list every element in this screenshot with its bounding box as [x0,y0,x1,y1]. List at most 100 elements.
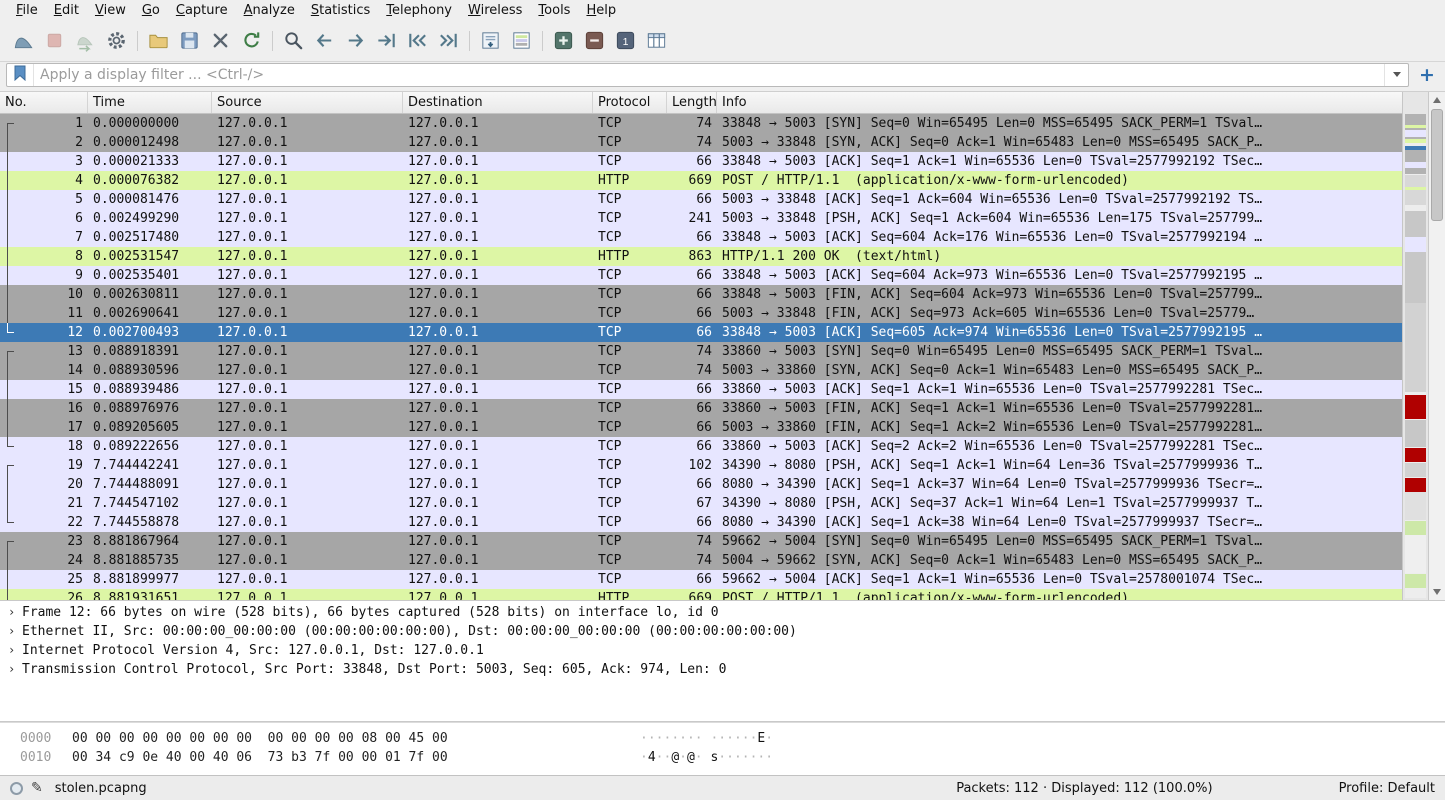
zoom-reset-button[interactable]: 1 [610,25,641,56]
cell-info: 33848 → 5003 [ACK] Seq=1 Ack=1 Win=65536… [717,152,1402,171]
resize-columns-button[interactable] [641,25,672,56]
hex-offset: 0000 [20,729,72,748]
expander-icon[interactable]: › [8,603,22,622]
packet-row-17[interactable]: 170.089205605127.0.0.1127.0.0.1TCP665003… [0,418,1402,437]
packet-row-16[interactable]: 160.088976976127.0.0.1127.0.0.1TCP663386… [0,399,1402,418]
menu-go[interactable]: Go [134,2,168,19]
profile-label[interactable]: Profile: Default [1339,781,1435,796]
hex-row[interactable]: 001000 34 c9 0e 40 00 40 06 73 b3 7f 00 … [0,748,1445,767]
column-header-destination[interactable]: Destination [403,92,593,113]
packet-row-1[interactable]: 10.000000000127.0.0.1127.0.0.1TCP7433848… [0,114,1402,133]
menu-file[interactable]: File [8,2,46,19]
column-header-protocol[interactable]: Protocol [593,92,667,113]
packet-list-scrollbar[interactable] [1428,92,1445,600]
packet-row-18[interactable]: 180.089222656127.0.0.1127.0.0.1TCP663386… [0,437,1402,456]
capture-comment-icon[interactable]: ✎ [31,780,43,796]
detail-line[interactable]: ›Ethernet II, Src: 00:00:00_00:00:00 (00… [0,622,1445,641]
column-header-length[interactable]: Length [667,92,717,113]
capture-options-button[interactable] [101,25,132,56]
filter-dropdown-button[interactable] [1384,64,1408,86]
go-forward-button[interactable] [340,25,371,56]
cell-destination: 127.0.0.1 [403,380,593,399]
cell-source: 127.0.0.1 [212,399,403,418]
packet-list-body: 10.000000000127.0.0.1127.0.0.1TCP7433848… [0,114,1402,600]
packet-row-4[interactable]: 40.000076382127.0.0.1127.0.0.1HTTP669POS… [0,171,1402,190]
cell-no: 14 [0,361,88,380]
packet-row-8[interactable]: 80.002531547127.0.0.1127.0.0.1HTTP863HTT… [0,247,1402,266]
detail-line[interactable]: ›Frame 12: 66 bytes on wire (528 bits), … [0,603,1445,622]
packet-row-11[interactable]: 110.002690641127.0.0.1127.0.0.1TCP665003… [0,304,1402,323]
packet-row-19[interactable]: 197.744442241127.0.0.1127.0.0.1TCP102343… [0,456,1402,475]
packet-row-22[interactable]: 227.744558878127.0.0.1127.0.0.1TCP668080… [0,513,1402,532]
find-packet-button[interactable] [278,25,309,56]
packet-row-12[interactable]: 120.002700493127.0.0.1127.0.0.1TCP663384… [0,323,1402,342]
scroll-up-button[interactable] [1429,92,1445,108]
menu-analyze[interactable]: Analyze [236,2,303,19]
packet-row-26[interactable]: 268.881931651127.0.0.1127.0.0.1HTTP669PO… [0,589,1402,600]
menu-statistics[interactable]: Statistics [303,2,378,19]
minimap-segment [1405,574,1426,589]
colorize-packets-button[interactable] [506,25,537,56]
zoom-in-button[interactable] [548,25,579,56]
cell-destination: 127.0.0.1 [403,399,593,418]
go-to-packet-button[interactable] [371,25,402,56]
filter-bookmark-button[interactable] [7,64,34,86]
detail-line[interactable]: ›Internet Protocol Version 4, Src: 127.0… [0,641,1445,660]
cell-info: 8080 → 34390 [ACK] Seq=1 Ack=37 Win=64 L… [717,475,1402,494]
expander-icon[interactable]: › [8,641,22,660]
menu-wireless[interactable]: Wireless [460,2,530,19]
cell-time: 0.000081476 [88,190,212,209]
packet-row-2[interactable]: 20.000012498127.0.0.1127.0.0.1TCP745003 … [0,133,1402,152]
scrollbar-thumb[interactable] [1431,109,1443,221]
packet-row-6[interactable]: 60.002499290127.0.0.1127.0.0.1TCP2415003… [0,209,1402,228]
go-first-button[interactable] [402,25,433,56]
expert-info-icon[interactable] [10,782,23,795]
auto-scroll-button[interactable] [475,25,506,56]
packet-row-15[interactable]: 150.088939486127.0.0.1127.0.0.1TCP663386… [0,380,1402,399]
packet-list-pane: No.TimeSourceDestinationProtocolLengthIn… [0,91,1445,600]
packet-row-20[interactable]: 207.744488091127.0.0.1127.0.0.1TCP668080… [0,475,1402,494]
packet-row-13[interactable]: 130.088918391127.0.0.1127.0.0.1TCP743386… [0,342,1402,361]
reload-file-button[interactable] [236,25,267,56]
column-header-source[interactable]: Source [212,92,403,113]
menu-telephony[interactable]: Telephony [378,2,460,19]
restart-capture-button[interactable] [70,25,101,56]
packet-row-23[interactable]: 238.881867964127.0.0.1127.0.0.1TCP745966… [0,532,1402,551]
close-file-button[interactable] [205,25,236,56]
cell-length: 74 [667,342,717,361]
menu-help[interactable]: Help [578,2,624,19]
menu-edit[interactable]: Edit [46,2,87,19]
scrollbar-track[interactable] [1429,108,1445,584]
packet-list-minimap[interactable] [1402,92,1428,600]
scroll-down-button[interactable] [1429,584,1445,600]
menu-capture[interactable]: Capture [168,2,236,19]
save-file-button[interactable] [174,25,205,56]
expander-icon[interactable]: › [8,660,22,679]
filter-expression-add-button[interactable]: + [1415,63,1439,87]
display-filter-input[interactable] [34,65,1384,85]
zoom-out-button[interactable] [579,25,610,56]
open-file-button[interactable] [143,25,174,56]
detail-line[interactable]: ›Transmission Control Protocol, Src Port… [0,660,1445,679]
packet-row-9[interactable]: 90.002535401127.0.0.1127.0.0.1TCP6633848… [0,266,1402,285]
stop-capture-button[interactable] [39,25,70,56]
packet-row-14[interactable]: 140.088930596127.0.0.1127.0.0.1TCP745003… [0,361,1402,380]
packet-row-21[interactable]: 217.744547102127.0.0.1127.0.0.1TCP673439… [0,494,1402,513]
menu-tools[interactable]: Tools [530,2,578,19]
packet-row-7[interactable]: 70.002517480127.0.0.1127.0.0.1TCP6633848… [0,228,1402,247]
hex-row[interactable]: 000000 00 00 00 00 00 00 00 00 00 00 00 … [0,729,1445,748]
packet-row-5[interactable]: 50.000081476127.0.0.1127.0.0.1TCP665003 … [0,190,1402,209]
start-capture-button[interactable] [8,25,39,56]
packet-row-3[interactable]: 30.000021333127.0.0.1127.0.0.1TCP6633848… [0,152,1402,171]
packet-row-25[interactable]: 258.881899977127.0.0.1127.0.0.1TCP665966… [0,570,1402,589]
column-header-no[interactable]: No. [0,92,88,113]
menu-view[interactable]: View [87,2,134,19]
packet-row-24[interactable]: 248.881885735127.0.0.1127.0.0.1TCP745004… [0,551,1402,570]
cell-source: 127.0.0.1 [212,437,403,456]
packet-row-10[interactable]: 100.002630811127.0.0.1127.0.0.1TCP663384… [0,285,1402,304]
expander-icon[interactable]: › [8,622,22,641]
go-back-button[interactable] [309,25,340,56]
go-last-button[interactable] [433,25,464,56]
column-header-info[interactable]: Info [717,92,1402,113]
column-header-time[interactable]: Time [88,92,212,113]
